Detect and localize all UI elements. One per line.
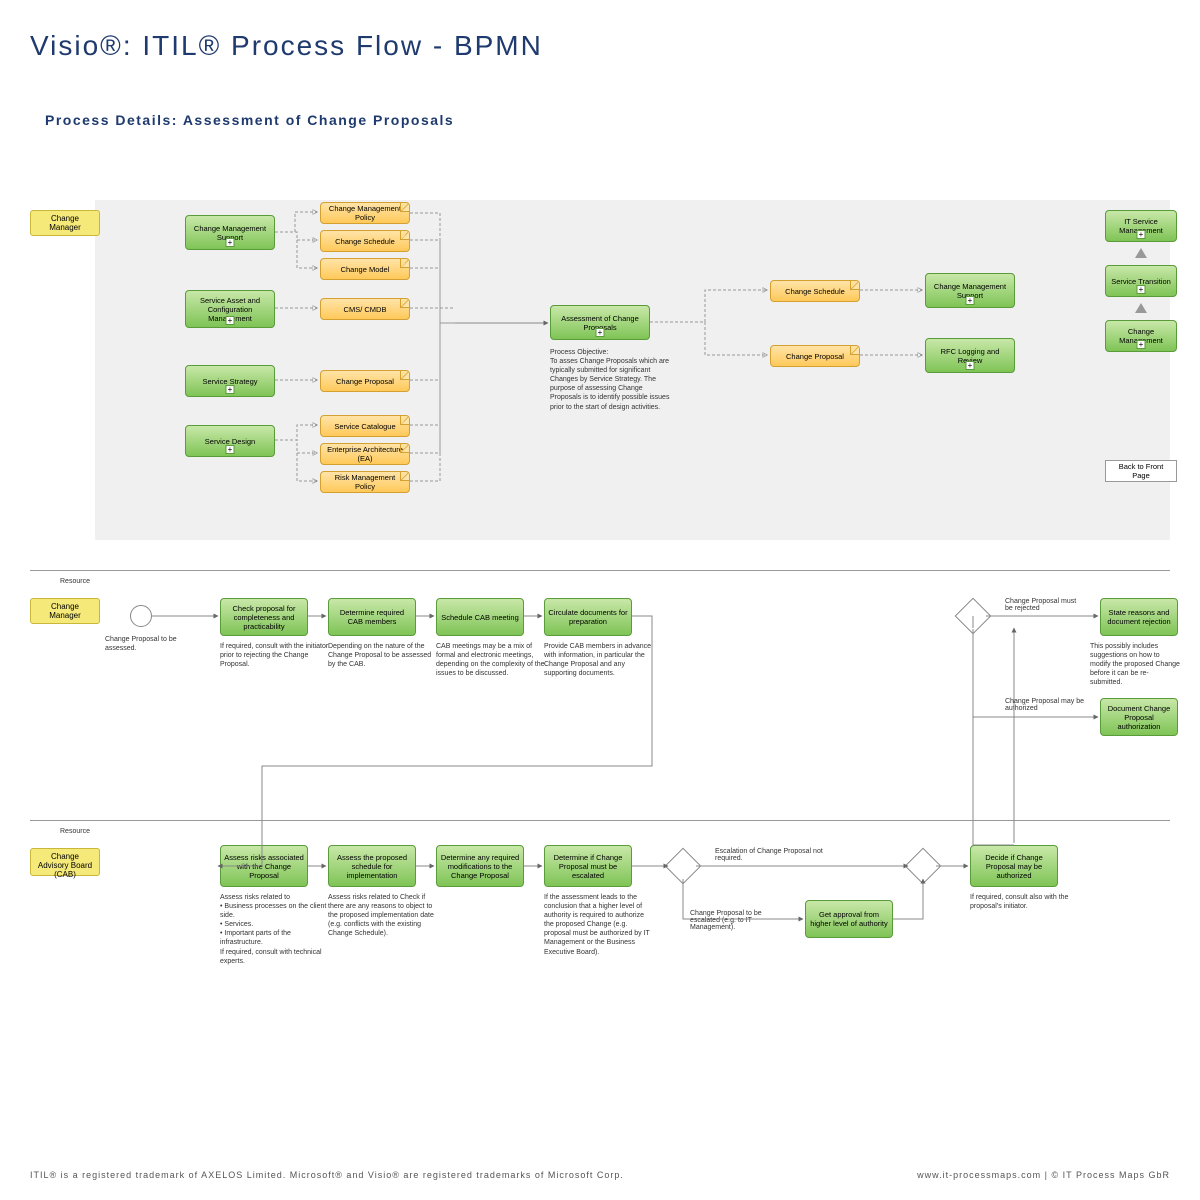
task-decide-auth[interactable]: Decide if Change Proposal may be authori… [970, 845, 1058, 887]
lane-resource-2: Resource [60, 828, 90, 835]
page-subtitle: Process Details: Assessment of Change Pr… [0, 62, 1200, 128]
box-strategy[interactable]: Service Strategy+ [185, 365, 275, 397]
desc-assess-risks: Assess risks related to • Business proce… [220, 893, 330, 966]
doc-service-catalogue[interactable]: Service Catalogue [320, 415, 410, 437]
box-sacm[interactable]: Service Asset and Configuration Manageme… [185, 290, 275, 328]
divider-1 [30, 570, 1170, 571]
divider-2 [30, 820, 1170, 821]
lane-change-manager: Change Manager [30, 210, 100, 236]
desc-check: If required, consult with the initiator … [220, 642, 330, 669]
desc-determine: Depending on the nature of the Change Pr… [328, 642, 438, 669]
lane-cab: Change Advisory Board (CAB) [30, 848, 100, 876]
doc-change-proposal[interactable]: Change Proposal [320, 370, 410, 392]
desc-decide: If required, consult also with the propo… [970, 893, 1080, 911]
task-assess-schedule[interactable]: Assess the proposed schedule for impleme… [328, 845, 416, 887]
doc-ea[interactable]: Enterprise Architecture (EA) [320, 443, 410, 465]
lane-change-manager-2: Change Manager [30, 598, 100, 624]
gateway-escalation [665, 848, 702, 885]
desc-escalate: If the assessment leads to the conclusio… [544, 893, 654, 957]
task-determine-escalate[interactable]: Determine if Change Proposal must be esc… [544, 845, 632, 887]
box-cm-support-out[interactable]: Change Management Support+ [925, 273, 1015, 308]
triangle-icon [1135, 248, 1147, 258]
desc-state: This possibly includes suggestions on ho… [1090, 642, 1180, 687]
doc-cmdb[interactable]: CMS/ CMDB [320, 298, 410, 320]
task-state-reasons[interactable]: State reasons and document rejection [1100, 598, 1178, 636]
label-escalate: Change Proposal to be escalated (e.g. to… [690, 910, 790, 931]
desc-circulate: Provide CAB members in advance with info… [544, 642, 654, 678]
triangle-icon-2 [1135, 303, 1147, 313]
start-event [130, 605, 152, 627]
desc-objective: Process Objective: To asses Change Propo… [550, 348, 675, 412]
task-check-proposal[interactable]: Check proposal for completeness and prac… [220, 598, 308, 636]
doc-cm-policy[interactable]: Change Management Policy [320, 202, 410, 224]
desc-start: Change Proposal to be assessed. [105, 635, 185, 653]
doc-change-proposal-out[interactable]: Change Proposal [770, 345, 860, 367]
task-determine-mods[interactable]: Determine any required modifications to … [436, 845, 524, 887]
box-rfc-logging[interactable]: RFC Logging and Review+ [925, 338, 1015, 373]
desc-assess-sched: Assess risks related to Check if there a… [328, 893, 438, 938]
box-cm-support[interactable]: Change Management Support+ [185, 215, 275, 250]
task-determine-cab[interactable]: Determine required CAB members [328, 598, 416, 636]
doc-rmp[interactable]: Risk Management Policy [320, 471, 410, 493]
doc-change-schedule[interactable]: Change Schedule [320, 230, 410, 252]
lane-resource: Resource [60, 578, 90, 585]
gateway-decision [955, 598, 992, 635]
box-assessment[interactable]: Assessment of Change Proposals+ [550, 305, 650, 340]
task-assess-risks[interactable]: Assess risks associated with the Change … [220, 845, 308, 887]
task-doc-auth[interactable]: Document Change Proposal authorization [1100, 698, 1178, 736]
task-get-approval[interactable]: Get approval from higher level of author… [805, 900, 893, 938]
nav-st[interactable]: Service Transition+ [1105, 265, 1177, 297]
footer-right: www.it-processmaps.com | © IT Process Ma… [917, 1170, 1170, 1180]
label-no-escalation: Escalation of Change Proposal not requir… [715, 848, 825, 862]
task-schedule-cab[interactable]: Schedule CAB meeting [436, 598, 524, 636]
nav-cm[interactable]: Change Management+ [1105, 320, 1177, 352]
back-button[interactable]: Back to Front Page [1105, 460, 1177, 482]
label-rejected: Change Proposal must be rejected [1005, 598, 1085, 612]
task-circulate[interactable]: Circulate documents for preparation [544, 598, 632, 636]
page-title: Visio®: ITIL® Process Flow - BPMN [0, 0, 1200, 62]
desc-schedule: CAB meetings may be a mix of formal and … [436, 642, 546, 678]
diagram-canvas: Change Manager Change Management Support… [30, 200, 1180, 1080]
box-design[interactable]: Service Design+ [185, 425, 275, 457]
footer-left: ITIL® is a registered trademark of AXELO… [30, 1170, 624, 1180]
doc-change-model[interactable]: Change Model [320, 258, 410, 280]
nav-itsm[interactable]: IT Service Management+ [1105, 210, 1177, 242]
footer: ITIL® is a registered trademark of AXELO… [30, 1170, 1170, 1180]
label-authorized: Change Proposal may be authorized [1005, 698, 1085, 712]
doc-change-schedule-out[interactable]: Change Schedule [770, 280, 860, 302]
gateway-merge [905, 848, 942, 885]
